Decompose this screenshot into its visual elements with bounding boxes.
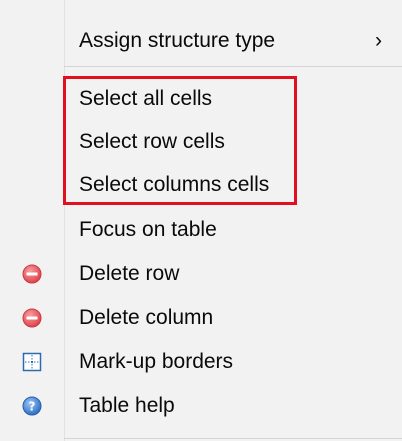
table-borders-icon <box>22 352 42 372</box>
menu-item-label: Mark-up borders <box>79 350 234 373</box>
menu-item-label: Delete row <box>79 262 180 285</box>
highlight-box <box>63 76 297 205</box>
menu-separator <box>64 66 402 67</box>
menu-item-label: Table help <box>79 394 175 417</box>
menu-item-label: Focus on table <box>79 218 217 241</box>
menu-item-label: Assign structure type <box>79 29 276 52</box>
menu-separator <box>64 438 402 439</box>
svg-text:?: ? <box>29 400 36 414</box>
menu-item-delete-column[interactable]: Delete column <box>0 296 402 340</box>
menu-item-label: Delete column <box>79 306 214 329</box>
help-circle-icon: ? <box>22 396 42 416</box>
menu-item-assign-structure-type[interactable]: Assign structure type › <box>0 19 402 63</box>
context-menu: Assign structure type › Select all cells… <box>0 0 402 441</box>
menu-item-focus-on-table[interactable]: Focus on table <box>0 208 402 252</box>
delete-circle-icon <box>22 308 42 328</box>
submenu-arrow-icon: › <box>375 29 382 52</box>
menu-item-table-help[interactable]: ? Table help <box>0 384 402 428</box>
delete-circle-icon <box>22 264 42 284</box>
menu-item-delete-row[interactable]: Delete row <box>0 252 402 296</box>
menu-item-mark-up-borders[interactable]: Mark-up borders <box>0 340 402 384</box>
